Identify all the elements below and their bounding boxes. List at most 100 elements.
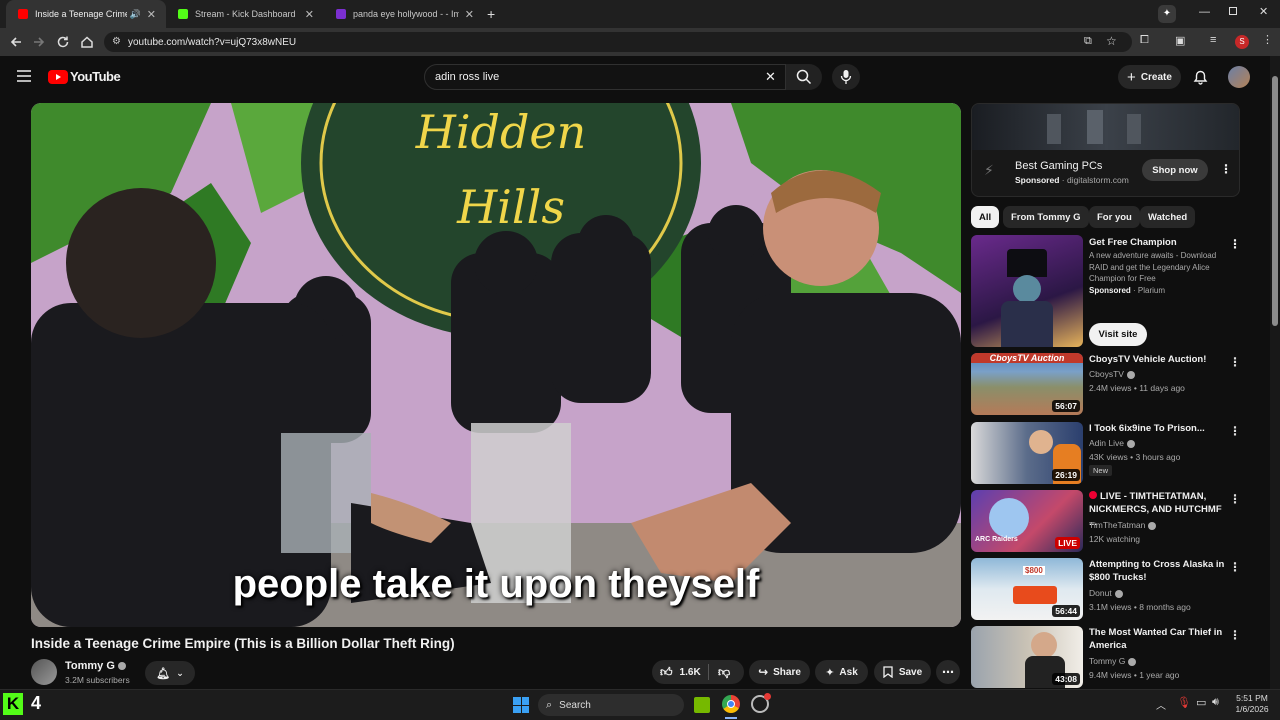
scrollbar-thumb[interactable]	[1272, 76, 1278, 326]
install-icon[interactable]: ⧉	[1084, 35, 1092, 48]
network-icon[interactable]: ▭	[1196, 696, 1206, 709]
video-player[interactable]: Hidden Hills people take it upon theysel…	[31, 103, 961, 627]
windows-taskbar: K 4 ⌕ Search ︿ 🎙︎ ▭ 🔊︎ 5:51 PM 1/6/2026	[0, 689, 1280, 720]
address-bar[interactable]: ⚙ youtube.com/watch?v=ujQ73x8wNEU ⧉ ☆	[104, 32, 1132, 52]
video-caption: people take it upon theyself	[232, 562, 760, 606]
chrome-taskbar-icon[interactable]	[722, 695, 740, 713]
account-avatar[interactable]	[1228, 66, 1250, 88]
share-button[interactable]: ↪ Share	[749, 660, 810, 684]
recommended-video[interactable]: $800 56:44 Attempting to Cross Alaska in…	[971, 558, 1261, 620]
promo-advertiser: Plarium	[1137, 286, 1166, 295]
more-icon[interactable]: ⋮	[1229, 628, 1241, 642]
url-text: youtube.com/watch?v=ujQ73x8wNEU	[128, 36, 297, 48]
ask-button[interactable]: ✦ Ask	[815, 660, 868, 684]
browser-tab-bar: Inside a Teenage Crime Em 🔊 ✕ Stream - K…	[0, 0, 1280, 28]
verified-badge-icon	[117, 662, 126, 671]
voice-search-button[interactable]	[832, 64, 860, 90]
maximize-icon[interactable]	[1229, 7, 1237, 15]
more-actions-button[interactable]: ⋯	[936, 660, 960, 684]
recommended-video[interactable]: 43:08 The Most Wanted Car Thief in Ameri…	[971, 626, 1261, 688]
more-icon[interactable]: ⋮	[1229, 560, 1241, 574]
recommended-video[interactable]: ARC Raiders LIVE LIVE - TIMTHETATMAN, NI…	[971, 490, 1261, 552]
tab-close-icon[interactable]: ✕	[305, 8, 314, 21]
more-icon[interactable]: ⋮	[1229, 424, 1241, 438]
kick-widget-icon[interactable]: K	[3, 693, 23, 715]
video-channel: CboysTV	[1089, 369, 1135, 379]
visit-site-button[interactable]: Visit site	[1089, 323, 1147, 346]
tab-close-icon[interactable]: ✕	[147, 8, 156, 21]
promo-meta: Sponsored · Plarium	[1089, 286, 1166, 295]
like-icon[interactable]: 👍︎	[660, 665, 673, 680]
verified-badge-icon	[1148, 521, 1157, 530]
create-button[interactable]: + Create	[1118, 65, 1181, 89]
promoted-app-card[interactable]: Get Free Champion A new adventure awaits…	[971, 235, 1261, 347]
obs-icon[interactable]	[751, 693, 771, 713]
live-dot-icon	[1089, 491, 1097, 499]
windows-start-icon[interactable]	[513, 697, 529, 713]
tab-image-search[interactable]: panda eye hollywood - - Image ✕	[324, 0, 484, 28]
search-input[interactable]: adin ross live ✕	[424, 64, 786, 90]
tab-kick[interactable]: Stream - Kick Dashboard ✕	[166, 0, 324, 28]
channel-name-text: CboysTV	[1089, 369, 1124, 379]
chip-for-you[interactable]: For you	[1089, 206, 1140, 228]
ad-more-icon[interactable]: ⋮	[1220, 162, 1232, 176]
youtube-logo[interactable]: YouTube	[48, 69, 121, 84]
chip-all[interactable]: All	[971, 206, 1000, 228]
chip-from-channel[interactable]: From Tommy G	[1003, 206, 1089, 228]
gemini-icon[interactable]: ✦	[1158, 5, 1176, 23]
extensions-icon[interactable]: ⧠	[1140, 34, 1149, 47]
video-channel: TimTheTatman	[1089, 520, 1157, 530]
sponsored-ad-card[interactable]: ⚡ Best Gaming PCs Sponsored · digitalsto…	[971, 103, 1240, 197]
promo-more-icon[interactable]: ⋮	[1229, 237, 1241, 251]
tray-overflow-icon[interactable]: ︿	[1156, 697, 1166, 712]
like-count[interactable]: 1.6K	[680, 667, 701, 678]
subscribed-notification-button[interactable]: 🔔︎ ⌄	[145, 661, 195, 685]
save-label: Save	[898, 666, 923, 678]
dislike-icon[interactable]: 👎︎	[718, 665, 730, 680]
tab-title: panda eye hollywood - - Image	[353, 9, 459, 19]
save-button[interactable]: Save	[874, 660, 931, 684]
person-graphic	[1031, 632, 1057, 658]
tab-youtube[interactable]: Inside a Teenage Crime Em 🔊 ✕	[6, 0, 166, 28]
tab-close-icon[interactable]: ✕	[465, 8, 474, 21]
volume-icon[interactable]: 🔊︎	[1212, 696, 1219, 709]
chip-watched[interactable]: Watched	[1140, 206, 1196, 228]
hamburger-menu-icon[interactable]	[17, 70, 31, 82]
taskbar-search[interactable]: ⌕ Search	[538, 694, 684, 716]
recommended-video[interactable]: 26:19 I Took 6ix9ine To Prison... Adin L…	[971, 422, 1261, 484]
bookmark-star-icon[interactable]: ☆	[1106, 34, 1117, 48]
shop-now-button[interactable]: Shop now	[1142, 159, 1208, 181]
clear-search-icon[interactable]: ✕	[765, 69, 776, 85]
site-info-icon[interactable]: ⚙	[112, 36, 121, 47]
microphone-tray-icon[interactable]: 🎙︎	[1177, 696, 1191, 709]
reload-icon[interactable]	[55, 34, 71, 50]
profile-avatar[interactable]: S	[1235, 35, 1249, 49]
new-tab-icon[interactable]: +	[487, 6, 495, 22]
video-channel: Tommy G	[1089, 656, 1137, 666]
browser-menu-icon[interactable]: ⋮	[1262, 33, 1273, 46]
back-icon[interactable]	[8, 34, 24, 50]
channel-avatar[interactable]	[31, 659, 57, 685]
home-icon[interactable]	[79, 34, 95, 50]
youtube-favicon-icon	[18, 9, 28, 19]
microphone-icon	[840, 70, 852, 84]
sign-text-top: Hidden	[415, 105, 587, 159]
speaker-icon[interactable]: 🔊	[130, 9, 141, 20]
video-title: Inside a Teenage Crime Empire (This is a…	[31, 636, 455, 651]
forward-icon[interactable]	[31, 34, 47, 50]
recommended-video[interactable]: CboysTV Auction 56:07 CboysTV Vehicle Au…	[971, 353, 1261, 415]
more-icon[interactable]: ⋮	[1229, 492, 1241, 506]
minimize-icon[interactable]: —	[1199, 6, 1210, 18]
active-app-indicator	[725, 717, 737, 719]
channel-name[interactable]: Tommy G	[65, 660, 126, 672]
media-controls-icon[interactable]: ≡	[1210, 34, 1216, 46]
window-close-icon[interactable]: ✕	[1259, 5, 1268, 18]
nvidia-icon[interactable]	[694, 697, 710, 713]
split-view-icon[interactable]: ▣	[1175, 34, 1185, 47]
clock[interactable]: 5:51 PM 1/6/2026	[1232, 693, 1272, 715]
page-scrollbar[interactable]	[1270, 56, 1280, 689]
search-query: adin ross live	[435, 71, 500, 83]
search-button[interactable]	[786, 64, 822, 90]
notifications-bell-icon[interactable]	[1193, 69, 1208, 85]
more-icon[interactable]: ⋮	[1229, 355, 1241, 369]
